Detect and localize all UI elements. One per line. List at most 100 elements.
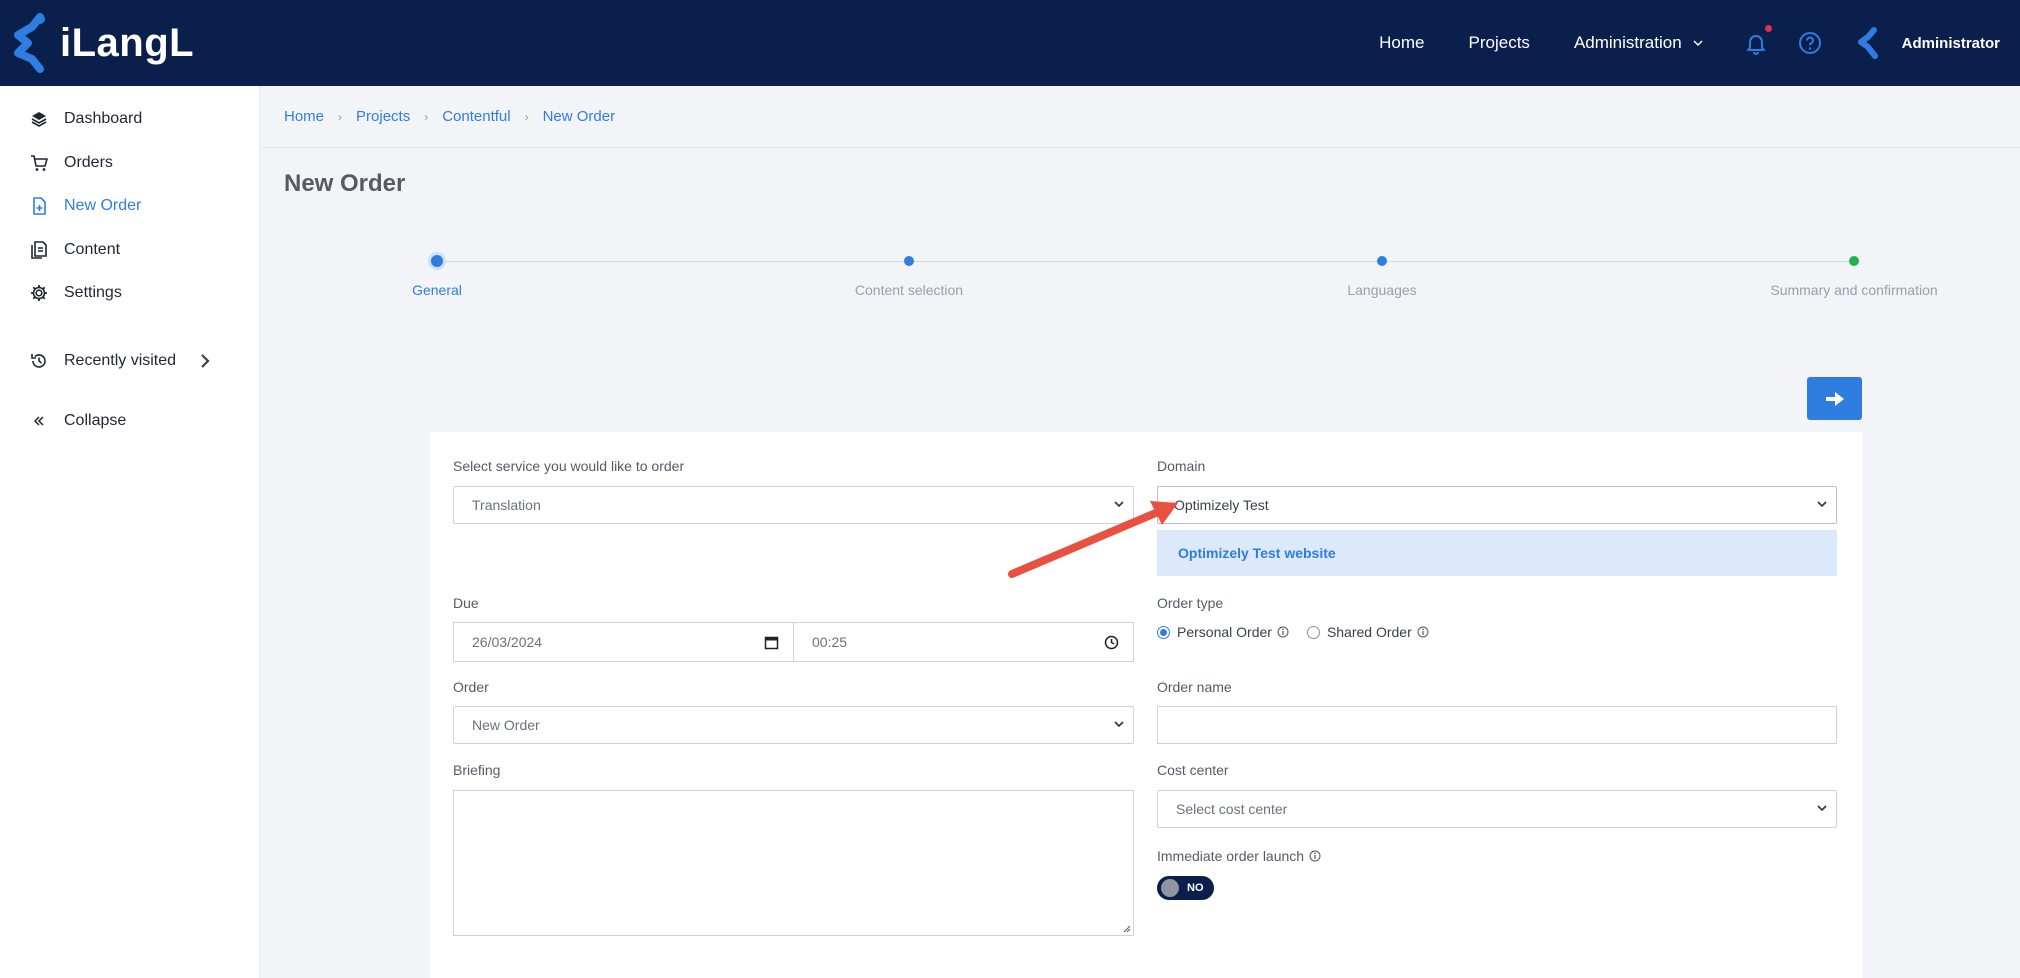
- help-button[interactable]: [1796, 29, 1824, 57]
- immediate-launch-toggle[interactable]: NO: [1157, 876, 1214, 900]
- chevron-right-icon: ›: [338, 109, 343, 124]
- file-plus-icon: [33, 197, 46, 215]
- service-select-value: Translation: [472, 497, 541, 513]
- breadcrumb-projects[interactable]: Projects: [356, 108, 410, 125]
- sidebar-item-label: Dashboard: [64, 110, 143, 127]
- nav-home[interactable]: Home: [1379, 33, 1424, 53]
- next-step-button[interactable]: [1807, 377, 1862, 420]
- sidebar-item-label: Recently visited: [64, 352, 177, 369]
- brand-logo[interactable]: iLangL: [10, 12, 194, 74]
- sidebar-collapse-button[interactable]: Collapse: [30, 412, 230, 430]
- brand-logo-icon: [14, 13, 45, 73]
- domain-select[interactable]: Optimizely Test: [1157, 486, 1837, 524]
- nav-administration[interactable]: Administration: [1574, 33, 1704, 53]
- chevron-right-icon: [201, 354, 210, 368]
- chevron-right-icon: ›: [524, 109, 529, 124]
- top-bar: iLangL Home Projects Administration Admi…: [0, 0, 2020, 86]
- step-label-general[interactable]: General: [412, 282, 462, 298]
- info-icon[interactable]: [1417, 626, 1429, 638]
- cost-center-select[interactable]: Select cost center: [1157, 790, 1837, 828]
- immediate-launch-label: Immediate order launch: [1157, 848, 1321, 864]
- toggle-state-text: NO: [1187, 882, 1204, 894]
- radio-personal-order-label[interactable]: Personal Order: [1177, 624, 1272, 640]
- gear-icon: [31, 285, 47, 301]
- document-icon: [31, 241, 47, 259]
- brand-name: iLangL: [60, 20, 195, 65]
- layers-icon: [31, 112, 47, 127]
- due-date-input[interactable]: 26/03/2024: [453, 622, 794, 662]
- due-time-value: 00:25: [812, 634, 848, 650]
- due-time-input[interactable]: 00:25: [793, 622, 1134, 662]
- info-icon[interactable]: [1309, 850, 1321, 862]
- breadcrumb-new-order[interactable]: New Order: [543, 108, 616, 125]
- chevron-down-icon: [1114, 721, 1124, 728]
- cost-center-label: Cost center: [1157, 762, 1229, 778]
- due-label: Due: [453, 595, 479, 611]
- breadcrumb: Home › Projects › Contentful › New Order: [261, 86, 2020, 148]
- step-dot-summary[interactable]: [1849, 256, 1859, 266]
- breadcrumb-contentful[interactable]: Contentful: [442, 108, 510, 125]
- user-menu[interactable]: Administrator: [1857, 27, 2000, 59]
- step-label-content-selection[interactable]: Content selection: [855, 282, 963, 298]
- domain-label: Domain: [1157, 458, 1206, 474]
- domain-info-text: Optimizely Test website: [1178, 545, 1336, 561]
- breadcrumb-home[interactable]: Home: [284, 108, 324, 125]
- order-name-input[interactable]: [1157, 706, 1837, 744]
- notifications-button[interactable]: [1742, 25, 1772, 57]
- order-select[interactable]: New Order: [453, 706, 1134, 744]
- radio-shared-order-label[interactable]: Shared Order: [1327, 624, 1412, 640]
- domain-info-box: Optimizely Test website: [1157, 530, 1837, 576]
- clock-icon: [1104, 635, 1119, 650]
- order-type-radio-group: Personal Order Shared Order: [1157, 624, 1429, 640]
- sidebar-item-label: Orders: [64, 154, 113, 171]
- cost-center-select-value: Select cost center: [1176, 801, 1288, 817]
- notification-badge: [1764, 25, 1772, 32]
- double-chevron-left-icon: [33, 416, 44, 426]
- sidebar-item-label: Settings: [64, 284, 122, 301]
- chevron-down-icon: [1693, 40, 1703, 47]
- bell-icon: [1746, 35, 1765, 55]
- immediate-launch-label-text: Immediate order launch: [1157, 848, 1305, 864]
- sidebar-item-label: Collapse: [64, 412, 127, 429]
- user-name: Administrator: [1901, 34, 2000, 52]
- sidebar-item-content[interactable]: Content: [30, 241, 230, 259]
- sidebar-item-label: Content: [64, 241, 121, 258]
- order-type-label: Order type: [1157, 595, 1224, 611]
- radio-shared-order[interactable]: [1306, 625, 1320, 639]
- order-label: Order: [453, 679, 489, 695]
- top-nav: Home Projects Administration Administrat…: [1335, 0, 2000, 86]
- step-dot-languages[interactable]: [1377, 256, 1387, 266]
- sidebar-item-orders[interactable]: Orders: [30, 154, 230, 172]
- step-dot-general[interactable]: [431, 255, 443, 267]
- sidebar-item-recently-visited[interactable]: Recently visited: [30, 352, 230, 370]
- step-dot-content-selection[interactable]: [904, 256, 914, 266]
- help-circle-icon: [1798, 32, 1821, 54]
- chevron-down-icon: [1817, 805, 1827, 812]
- history-icon: [31, 354, 46, 368]
- stepper-line: [437, 261, 1854, 262]
- user-avatar-icon: [1857, 27, 1878, 59]
- sidebar-item-new-order[interactable]: New Order: [30, 197, 230, 215]
- sidebar: Dashboard Orders New Order Content Setti…: [0, 86, 260, 978]
- order-name-label: Order name: [1157, 679, 1232, 695]
- sidebar-item-dashboard[interactable]: Dashboard: [30, 110, 230, 128]
- briefing-textarea[interactable]: [453, 790, 1134, 936]
- cart-icon: [31, 155, 48, 171]
- resize-grip-icon[interactable]: [1123, 925, 1131, 933]
- nav-administration-label: Administration: [1573, 33, 1682, 52]
- chevron-down-icon: [1817, 501, 1827, 508]
- due-date-value: 26/03/2024: [472, 634, 543, 650]
- sidebar-item-settings[interactable]: Settings: [30, 284, 230, 302]
- toggle-knob: [1161, 879, 1179, 897]
- page-title: New Order: [284, 170, 406, 197]
- arrow-right-icon: [1825, 391, 1844, 406]
- info-icon[interactable]: [1277, 626, 1289, 638]
- sidebar-item-label: New Order: [64, 197, 142, 214]
- step-label-languages[interactable]: Languages: [1347, 282, 1416, 298]
- nav-projects[interactable]: Projects: [1469, 33, 1530, 53]
- annotation-arrow-icon: [1008, 501, 1178, 578]
- radio-personal-order[interactable]: [1157, 625, 1170, 639]
- order-select-value: New Order: [472, 717, 540, 733]
- briefing-label: Briefing: [453, 762, 501, 778]
- step-label-summary[interactable]: Summary and confirmation: [1770, 282, 1937, 298]
